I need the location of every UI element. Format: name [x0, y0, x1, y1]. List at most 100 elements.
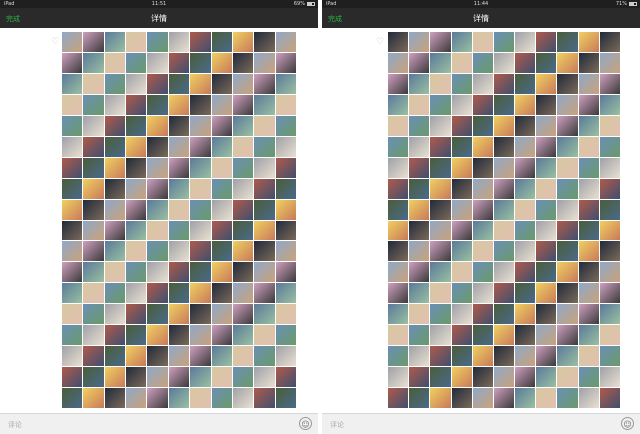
avatar-thumbnail[interactable] — [168, 220, 190, 241]
avatar-thumbnail[interactable] — [472, 115, 493, 136]
avatar-thumbnail[interactable] — [578, 283, 599, 304]
avatar-thumbnail[interactable] — [232, 325, 254, 346]
avatar-thumbnail[interactable] — [472, 199, 493, 220]
avatar-thumbnail[interactable] — [126, 115, 147, 136]
avatar-thumbnail[interactable] — [232, 346, 254, 367]
avatar-thumbnail[interactable] — [147, 199, 168, 220]
avatar-thumbnail[interactable] — [599, 346, 620, 367]
avatar-thumbnail[interactable] — [536, 388, 557, 408]
avatar-thumbnail[interactable] — [211, 283, 232, 304]
avatar-thumbnail[interactable] — [83, 325, 104, 346]
avatar-thumbnail[interactable] — [83, 262, 104, 283]
avatar-thumbnail[interactable] — [536, 367, 557, 388]
avatar-thumbnail[interactable] — [557, 346, 578, 367]
avatar-thumbnail[interactable] — [557, 304, 578, 325]
avatar-thumbnail[interactable] — [515, 283, 536, 304]
avatar-thumbnail[interactable] — [211, 388, 232, 408]
avatar-thumbnail[interactable] — [599, 157, 620, 178]
avatar-thumbnail[interactable] — [254, 325, 275, 346]
avatar-thumbnail[interactable] — [409, 283, 430, 304]
avatar-thumbnail[interactable] — [451, 136, 472, 157]
avatar-thumbnail[interactable] — [254, 388, 275, 408]
avatar-thumbnail[interactable] — [190, 178, 211, 199]
avatar-thumbnail[interactable] — [515, 388, 536, 408]
avatar-thumbnail[interactable] — [275, 346, 296, 367]
avatar-thumbnail[interactable] — [493, 241, 515, 262]
avatar-thumbnail[interactable] — [211, 136, 232, 157]
avatar-thumbnail[interactable] — [388, 220, 409, 241]
avatar-thumbnail[interactable] — [599, 283, 620, 304]
avatar-thumbnail[interactable] — [557, 367, 578, 388]
avatar-thumbnail[interactable] — [451, 32, 472, 52]
avatar-thumbnail[interactable] — [147, 52, 168, 73]
avatar-thumbnail[interactable] — [104, 283, 126, 304]
avatar-thumbnail[interactable] — [409, 346, 430, 367]
avatar-thumbnail[interactable] — [190, 199, 211, 220]
avatar-thumbnail[interactable] — [472, 346, 493, 367]
avatar-thumbnail[interactable] — [557, 73, 578, 94]
avatar-thumbnail[interactable] — [536, 325, 557, 346]
avatar-thumbnail[interactable] — [168, 94, 190, 115]
avatar-thumbnail[interactable] — [557, 178, 578, 199]
avatar-thumbnail[interactable] — [211, 32, 232, 52]
avatar-thumbnail[interactable] — [430, 367, 451, 388]
avatar-thumbnail[interactable] — [536, 136, 557, 157]
avatar-thumbnail[interactable] — [147, 178, 168, 199]
avatar-thumbnail[interactable] — [388, 32, 409, 52]
avatar-thumbnail[interactable] — [451, 94, 472, 115]
avatar-thumbnail[interactable] — [493, 262, 515, 283]
avatar-thumbnail[interactable] — [472, 283, 493, 304]
avatar-thumbnail[interactable] — [211, 199, 232, 220]
avatar-thumbnail[interactable] — [232, 115, 254, 136]
avatar-thumbnail[interactable] — [578, 32, 599, 52]
avatar-thumbnail[interactable] — [83, 220, 104, 241]
avatar-thumbnail[interactable] — [578, 367, 599, 388]
comment-input[interactable]: 评论 — [330, 420, 344, 430]
avatar-thumbnail[interactable] — [515, 73, 536, 94]
avatar-thumbnail[interactable] — [254, 367, 275, 388]
avatar-thumbnail[interactable] — [147, 136, 168, 157]
avatar-thumbnail[interactable] — [211, 52, 232, 73]
avatar-thumbnail[interactable] — [126, 283, 147, 304]
avatar-thumbnail[interactable] — [232, 283, 254, 304]
avatar-thumbnail[interactable] — [104, 94, 126, 115]
avatar-thumbnail[interactable] — [126, 178, 147, 199]
avatar-thumbnail[interactable] — [190, 220, 211, 241]
avatar-thumbnail[interactable] — [254, 32, 275, 52]
avatar-thumbnail[interactable] — [147, 73, 168, 94]
avatar-thumbnail[interactable] — [62, 241, 83, 262]
avatar-thumbnail[interactable] — [254, 115, 275, 136]
avatar-thumbnail[interactable] — [147, 32, 168, 52]
avatar-thumbnail[interactable] — [62, 94, 83, 115]
avatar-thumbnail[interactable] — [557, 325, 578, 346]
avatar-thumbnail[interactable] — [388, 262, 409, 283]
avatar-thumbnail[interactable] — [557, 157, 578, 178]
avatar-thumbnail[interactable] — [275, 283, 296, 304]
avatar-thumbnail[interactable] — [147, 220, 168, 241]
avatar-thumbnail[interactable] — [536, 346, 557, 367]
avatar-thumbnail[interactable] — [126, 367, 147, 388]
avatar-thumbnail[interactable] — [388, 52, 409, 73]
avatar-thumbnail[interactable] — [599, 367, 620, 388]
avatar-thumbnail[interactable] — [430, 325, 451, 346]
avatar-thumbnail[interactable] — [472, 52, 493, 73]
avatar-thumbnail[interactable] — [275, 52, 296, 73]
comment-input[interactable]: 评论 — [8, 420, 22, 430]
avatar-thumbnail[interactable] — [147, 346, 168, 367]
avatar-thumbnail[interactable] — [254, 199, 275, 220]
avatar-thumbnail[interactable] — [536, 157, 557, 178]
avatar-thumbnail[interactable] — [275, 325, 296, 346]
avatar-thumbnail[interactable] — [599, 388, 620, 408]
avatar-thumbnail[interactable] — [168, 178, 190, 199]
avatar-thumbnail[interactable] — [62, 115, 83, 136]
avatar-thumbnail[interactable] — [104, 157, 126, 178]
avatar-thumbnail[interactable] — [232, 199, 254, 220]
avatar-thumbnail[interactable] — [536, 115, 557, 136]
avatar-thumbnail[interactable] — [536, 283, 557, 304]
avatar-thumbnail[interactable] — [557, 283, 578, 304]
avatar-thumbnail[interactable] — [190, 304, 211, 325]
avatar-thumbnail[interactable] — [430, 94, 451, 115]
avatar-thumbnail[interactable] — [388, 73, 409, 94]
avatar-thumbnail[interactable] — [451, 388, 472, 408]
heart-outline-icon[interactable]: ♡ — [51, 38, 59, 47]
